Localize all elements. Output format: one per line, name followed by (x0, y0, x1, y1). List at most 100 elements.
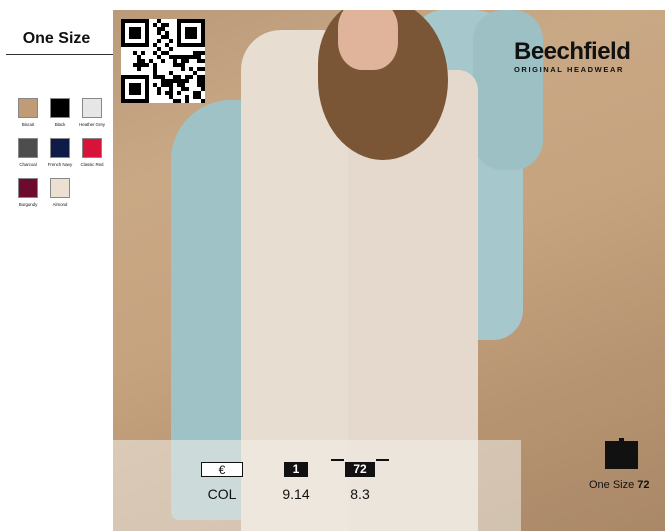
color-chip (82, 138, 102, 158)
qr-module (141, 59, 145, 63)
color-chip (18, 98, 38, 118)
qr-module (165, 51, 169, 55)
color-chip (50, 178, 70, 198)
qr-module (185, 55, 189, 59)
single-price: 9.14 (282, 486, 310, 502)
qr-module (145, 63, 149, 67)
qr-module (141, 51, 145, 55)
qr-module (153, 63, 157, 67)
qr-module (169, 91, 173, 95)
qr-module (201, 99, 205, 103)
qr-module (201, 83, 205, 87)
qr-module (181, 79, 185, 83)
qr-module (169, 71, 173, 75)
qr-module (177, 63, 181, 67)
qr-module (133, 63, 137, 67)
qr-module (185, 59, 189, 63)
qr-module (165, 83, 169, 87)
brand-logo: Beechfield ORIGINAL HEADWEAR (514, 40, 665, 75)
size-title: One Size (22, 30, 91, 47)
qr-module (201, 59, 205, 63)
qr-module (193, 51, 197, 55)
qr-module (201, 67, 205, 71)
qr-module (157, 91, 161, 95)
qr-module (197, 75, 201, 79)
qr-module (161, 27, 165, 31)
qr-module (153, 43, 157, 47)
qr-finder (129, 83, 141, 95)
qr-module (185, 87, 189, 91)
qr-module (137, 67, 141, 71)
qr-module (197, 95, 201, 99)
qr-module (181, 59, 185, 63)
qr-module (169, 83, 173, 87)
qr-module (165, 79, 169, 83)
qr-module (177, 75, 181, 79)
qr-module (157, 47, 161, 51)
carton-price: 8.3 (350, 486, 370, 502)
qr-module (181, 83, 185, 87)
qr-module (185, 79, 189, 83)
swatch-label: Almond (52, 202, 68, 207)
qr-module (185, 99, 189, 103)
qr-module (161, 75, 165, 79)
qr-module (193, 91, 197, 95)
qr-module (197, 79, 201, 83)
qr-module (201, 51, 205, 55)
qr-module (197, 59, 201, 63)
qr-module (173, 75, 177, 79)
qr-module (149, 59, 153, 63)
qr-module (161, 51, 165, 55)
carton-quantity: 72 (637, 479, 650, 491)
qr-module (169, 47, 173, 51)
currency-box: € (201, 462, 243, 477)
qr-module (153, 83, 157, 87)
qr-code[interactable] (121, 19, 205, 103)
carton-box-icon (605, 438, 638, 469)
color-chip (50, 98, 70, 118)
qr-module (201, 79, 205, 83)
qr-module (197, 91, 201, 95)
col-label: COL (207, 486, 237, 502)
qr-module (173, 99, 177, 103)
swatch-heather-grey[interactable]: Heather Grey (72, 98, 112, 127)
qr-module (165, 31, 169, 35)
price-column-currency: € COL (198, 462, 246, 502)
qr-module (161, 59, 165, 63)
qr-module (141, 63, 145, 67)
qr-module (189, 55, 193, 59)
price-column-carton: 72 8.3 (331, 459, 389, 502)
photo-face (338, 10, 398, 70)
qr-module (161, 23, 165, 27)
qr-module (197, 51, 201, 55)
qr-module (157, 31, 161, 35)
swatch-label: Heather Grey (79, 122, 105, 127)
color-chip (82, 98, 102, 118)
qr-module (137, 55, 141, 59)
qr-module (153, 75, 157, 79)
qr-module (189, 67, 193, 71)
qr-module (153, 23, 157, 27)
swatch-classic-red[interactable]: Classic Red (72, 138, 112, 167)
qr-module (177, 99, 181, 103)
qr-module (173, 59, 177, 63)
qr-finder (185, 27, 197, 39)
qr-module (157, 39, 161, 43)
qr-module (177, 79, 181, 83)
qr-module (153, 67, 157, 71)
qr-module (181, 55, 185, 59)
swatch-almond[interactable]: Almond (40, 178, 80, 207)
qr-module (173, 63, 177, 67)
qr-code-graphic (121, 19, 205, 103)
qr-module (165, 23, 169, 27)
carton-info: One Size 72 (589, 479, 650, 491)
qr-module (177, 55, 181, 59)
qr-module (201, 87, 205, 91)
price-column-single: 1 9.14 (274, 462, 318, 502)
qr-module (161, 35, 165, 39)
qr-module (169, 55, 173, 59)
qr-module (181, 67, 185, 71)
qr-module (177, 91, 181, 95)
qr-module (197, 83, 201, 87)
qr-module (157, 19, 161, 23)
